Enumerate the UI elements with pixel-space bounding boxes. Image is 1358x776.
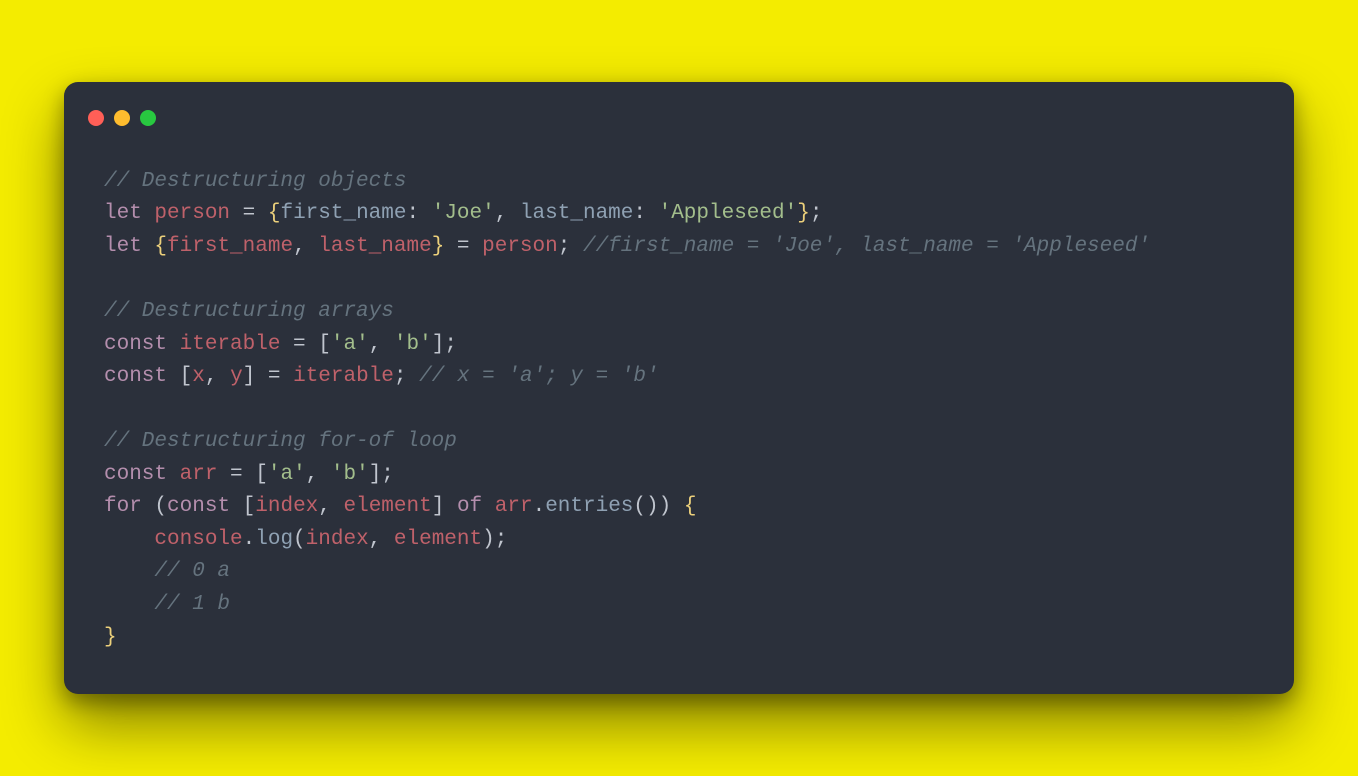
code-punct: , <box>369 333 394 356</box>
code-property: first_name <box>280 202 406 225</box>
code-punct: = [ <box>280 333 330 356</box>
minimize-icon[interactable] <box>114 110 130 126</box>
code-punct: = <box>230 202 268 225</box>
code-keyword: const <box>104 463 167 486</box>
code-punct: ; <box>558 235 583 258</box>
code-identifier: last_name <box>318 235 431 258</box>
code-block: // Destructuring objects let person = {f… <box>64 166 1294 654</box>
code-identifier: iterable <box>180 333 281 356</box>
code-keyword: let <box>104 235 142 258</box>
code-string: 'b' <box>394 333 432 356</box>
code-punct: ; <box>810 202 823 225</box>
code-punct <box>482 495 495 518</box>
code-punct: . <box>533 495 546 518</box>
code-keyword: of <box>457 495 482 518</box>
code-identifier: iterable <box>293 365 394 388</box>
code-punct: ( <box>293 528 306 551</box>
code-punct: , <box>495 202 520 225</box>
code-brace: { <box>684 495 697 518</box>
code-property: log <box>255 528 293 551</box>
code-string: 'Appleseed' <box>659 202 798 225</box>
code-keyword: const <box>167 495 230 518</box>
maximize-icon[interactable] <box>140 110 156 126</box>
code-comment: //first_name = 'Joe', last_name = 'Apple… <box>583 235 1150 258</box>
code-window: // Destructuring objects let person = {f… <box>64 82 1294 694</box>
code-brace: } <box>797 202 810 225</box>
code-property: last_name <box>520 202 633 225</box>
code-comment: // Destructuring arrays <box>104 300 394 323</box>
code-identifier: element <box>344 495 432 518</box>
code-punct: ]; <box>369 463 394 486</box>
code-identifier: first_name <box>167 235 293 258</box>
code-punct: [ <box>230 495 255 518</box>
code-string: 'a' <box>331 333 369 356</box>
code-comment: // Destructuring objects <box>104 170 406 193</box>
code-string: 'Joe' <box>432 202 495 225</box>
code-punct: [ <box>167 365 192 388</box>
close-icon[interactable] <box>88 110 104 126</box>
code-brace: { <box>154 235 167 258</box>
code-punct: , <box>306 463 331 486</box>
code-keyword: let <box>104 202 142 225</box>
code-identifier: x <box>192 365 205 388</box>
code-keyword: const <box>104 365 167 388</box>
code-brace: { <box>268 202 281 225</box>
code-comment: // x = 'a'; y = 'b' <box>419 365 658 388</box>
code-identifier: element <box>394 528 482 551</box>
code-identifier: console <box>154 528 242 551</box>
code-brace: } <box>104 626 117 649</box>
code-punct: = [ <box>217 463 267 486</box>
code-identifier: index <box>306 528 369 551</box>
code-identifier: y <box>230 365 243 388</box>
code-property: entries <box>545 495 633 518</box>
code-punct: ()) <box>633 495 683 518</box>
code-punct: = <box>444 235 482 258</box>
code-punct: : <box>407 202 432 225</box>
code-punct: , <box>369 528 394 551</box>
code-string: 'a' <box>268 463 306 486</box>
code-comment: // 1 b <box>154 593 230 616</box>
code-brace: } <box>432 235 445 258</box>
code-punct: . <box>243 528 256 551</box>
code-identifier: person <box>154 202 230 225</box>
code-punct: ]; <box>432 333 457 356</box>
code-punct: ); <box>482 528 507 551</box>
code-punct: , <box>205 365 230 388</box>
code-identifier: arr <box>495 495 533 518</box>
code-string: 'b' <box>331 463 369 486</box>
window-titlebar <box>64 106 1294 126</box>
code-identifier: person <box>482 235 558 258</box>
code-punct: , <box>318 495 343 518</box>
code-comment: // Destructuring for-of loop <box>104 430 457 453</box>
code-comment: // 0 a <box>154 560 230 583</box>
code-punct: : <box>633 202 658 225</box>
code-identifier: index <box>255 495 318 518</box>
code-punct: ; <box>394 365 419 388</box>
code-punct: ( <box>142 495 167 518</box>
code-punct: ] <box>432 495 457 518</box>
code-keyword: for <box>104 495 142 518</box>
code-punct: ] = <box>243 365 293 388</box>
code-keyword: const <box>104 333 167 356</box>
code-identifier: arr <box>180 463 218 486</box>
code-punct: , <box>293 235 318 258</box>
